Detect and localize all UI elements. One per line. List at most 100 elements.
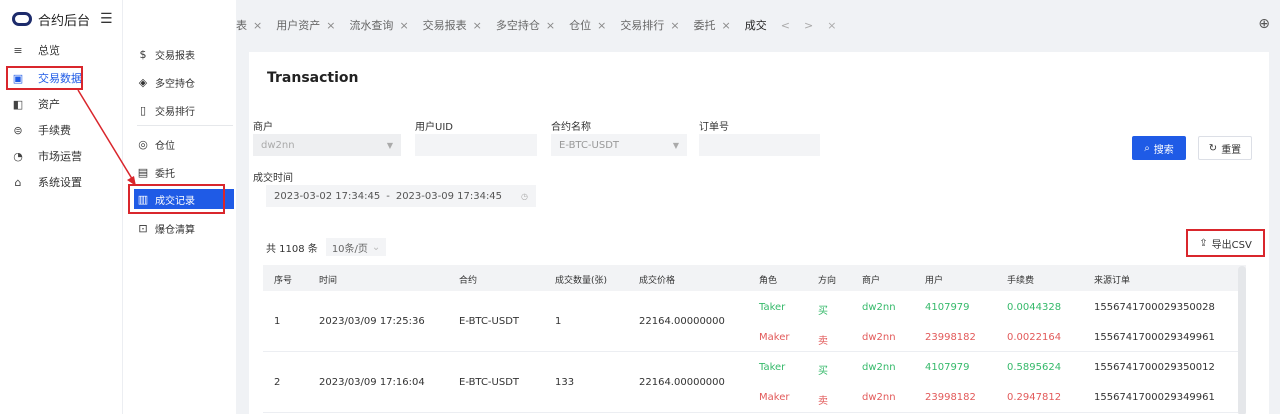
- chevron-right-icon[interactable]: >: [804, 19, 813, 32]
- annotation-box-trade-data: [6, 66, 83, 90]
- operations-icon: ◔: [13, 149, 23, 163]
- main-card: Transaction 商户 dw2nn ▼ 用户UID 合约名称 E-BTC-…: [249, 52, 1269, 414]
- chevron-left-icon[interactable]: <: [781, 19, 790, 32]
- column-header: 序号: [274, 276, 293, 286]
- submenu-item-trade-report[interactable]: $ 交易报表: [137, 44, 233, 64]
- time-range-picker[interactable]: 2023-03-02 17:34:45 - 2023-03-09 17:34:4…: [266, 185, 536, 207]
- tab-item[interactable]: 交易报表 ×: [423, 17, 482, 33]
- tab-label: 交易报表: [422, 19, 467, 32]
- order-input[interactable]: [699, 134, 820, 156]
- page-size-value: 10条/页: [331, 243, 368, 255]
- sidebar-item-overview[interactable]: ≡ 总览: [0, 38, 122, 62]
- sidebar-item-fees[interactable]: ⊜ 手续费: [0, 118, 122, 142]
- page-title: Transaction: [267, 70, 359, 86]
- close-icon[interactable]: ×: [827, 19, 836, 32]
- row-role: Taker: [759, 302, 786, 313]
- page-size-select[interactable]: 10条/页 ⌄: [325, 238, 387, 256]
- row-side: 卖: [818, 336, 828, 347]
- column-header: 来源订单: [1094, 276, 1131, 286]
- submenu-item-long-short[interactable]: ◈ 多空持仓: [137, 72, 233, 92]
- search-button[interactable]: ⌕ 搜索: [1132, 136, 1186, 160]
- contract-label: 合约名称: [551, 122, 591, 133]
- chevron-down-icon: ⌄: [371, 241, 381, 253]
- submenu-item-label: 交易排行: [155, 106, 195, 118]
- tab-item[interactable]: 流水查询 ×: [349, 17, 408, 33]
- sidebar-item-assets[interactable]: ◧ 资产: [0, 92, 122, 116]
- uid-input[interactable]: [415, 134, 537, 156]
- reset-button[interactable]: ↻ 重置: [1198, 136, 1252, 160]
- close-icon[interactable]: ×: [722, 19, 731, 32]
- contract-select[interactable]: E-BTC-USDT ▼: [551, 134, 687, 156]
- tab-bar: 表 × 用户资产 × 流水查询 × 交易报表 × 多空持仓 × 仓位 × 交易排行 × 委托 ×…: [236, 12, 1280, 38]
- merchant-label: 商户: [253, 122, 273, 133]
- table-scrollbar[interactable]: [1238, 266, 1246, 414]
- search-button-label: 搜索: [1153, 144, 1174, 156]
- tab-item[interactable]: 仓位 ×: [569, 17, 606, 33]
- merchant-select[interactable]: dw2nn ▼: [253, 134, 401, 156]
- order-icon: ▤: [137, 165, 149, 179]
- close-icon[interactable]: ×: [546, 19, 555, 32]
- column-header: 角色: [759, 276, 778, 286]
- close-icon[interactable]: ×: [326, 19, 335, 32]
- row-role: Taker: [759, 362, 786, 373]
- export-csv-button[interactable]: ⇪ 导出CSV: [1186, 229, 1265, 257]
- row-time: 2023/03/09 17:16:04: [319, 377, 425, 388]
- row-fee: 0.0044328: [1007, 302, 1062, 313]
- row-source-order: 1556741700029350012: [1094, 362, 1215, 373]
- column-header: 成交价格: [639, 276, 676, 286]
- tab-label: 用户资产: [276, 19, 321, 32]
- tab-item[interactable]: 委托 ×: [694, 17, 731, 33]
- tab-label: 表: [236, 19, 247, 32]
- table-header: 序号 时间 合约 成交数量(张) 成交价格 角色 方向 商户 用户 手续费 来源…: [263, 265, 1246, 291]
- ranking-icon: ▯: [139, 103, 147, 117]
- tab-item[interactable]: 多空持仓 ×: [496, 17, 555, 33]
- row-contract: E-BTC-USDT: [459, 316, 520, 327]
- row-source-order: 1556741700029350028: [1094, 302, 1215, 313]
- submenu-divider: [137, 125, 233, 126]
- settings-icon: ⌂: [14, 175, 22, 189]
- column-header: 时间: [319, 276, 338, 286]
- submenu-item-liquidation[interactable]: ⊡ 爆仓清算: [137, 218, 233, 238]
- tab-label: 仓位: [569, 19, 592, 32]
- column-header: 合约: [459, 276, 478, 286]
- sidebar-item-operations[interactable]: ◔ 市场运营: [0, 144, 122, 168]
- submenu-item-ranking[interactable]: ▯ 交易排行: [137, 100, 233, 120]
- row-user: 4107979: [925, 302, 970, 313]
- collapse-menu-icon[interactable]: ☰: [100, 12, 114, 26]
- submenu-item-orders[interactable]: ▤ 委托: [137, 162, 233, 182]
- close-icon[interactable]: ×: [253, 19, 262, 32]
- sidebar-item-label: 资产: [38, 98, 60, 111]
- row-side: 卖: [818, 396, 828, 407]
- close-icon[interactable]: ×: [670, 19, 679, 32]
- close-icon[interactable]: ×: [597, 19, 606, 32]
- table-row: 2 2023/03/09 17:16:04 E-BTC-USDT 133 221…: [263, 353, 1246, 413]
- time-start: 2023-03-02 17:34:45: [274, 190, 381, 202]
- row-time: 2023/03/09 17:25:36: [319, 316, 425, 327]
- tab-active[interactable]: 成交: [745, 17, 767, 33]
- clock-icon: ◷: [521, 191, 528, 201]
- logo-icon: [12, 12, 32, 26]
- time-end: 2023-03-09 17:34:45: [395, 190, 503, 202]
- menu-icon: ≡: [13, 43, 23, 57]
- tab-item[interactable]: 表 ×: [236, 17, 262, 33]
- column-header: 成交数量(张): [555, 276, 608, 286]
- row-source-order: 1556741700029349961: [1094, 392, 1215, 403]
- column-header: 方向: [818, 276, 837, 286]
- tab-item[interactable]: 用户资产 ×: [276, 17, 335, 33]
- close-icon[interactable]: ×: [399, 19, 408, 32]
- row-price: 22164.00000000: [639, 316, 725, 327]
- sidebar-item-settings[interactable]: ⌂ 系统设置: [0, 170, 122, 194]
- app-title: 合约后台: [38, 13, 91, 29]
- submenu-item-position[interactable]: ◎ 仓位: [137, 134, 233, 154]
- contract-value: E-BTC-USDT: [559, 139, 620, 151]
- annotation-box-trade-records: [128, 184, 225, 214]
- tab-label: 委托: [693, 19, 716, 32]
- tab-item[interactable]: 交易排行 ×: [620, 17, 679, 33]
- tab-label: 交易排行: [620, 19, 665, 32]
- app-logo: 合约后台 ☰: [12, 9, 113, 29]
- row-merchant: dw2nn: [862, 362, 896, 373]
- globe-icon[interactable]: ⊕: [1258, 16, 1270, 32]
- close-icon[interactable]: ×: [473, 19, 482, 32]
- merchant-value: dw2nn: [261, 139, 295, 151]
- row-price: 22164.00000000: [639, 377, 725, 388]
